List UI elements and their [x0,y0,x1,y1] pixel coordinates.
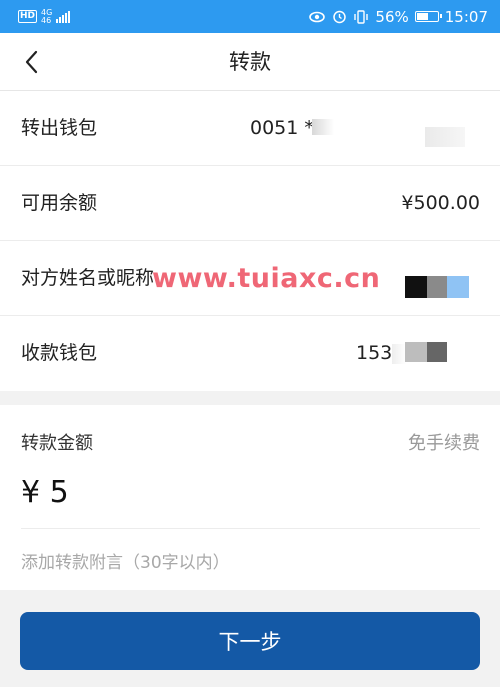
chevron-left-icon [25,50,38,74]
masked-blur [392,344,406,364]
available-balance-value: ¥500.00 [401,192,480,214]
eye-icon [309,10,326,24]
page-title: 转款 [229,50,271,74]
network-sub-label: 46 [41,15,52,25]
fee-label: 免手续费 [408,433,480,454]
battery-icon [414,11,442,22]
nav-bar: 转款 [0,33,500,91]
memo-input[interactable]: 添加转款附言（30字以内） [21,548,230,573]
status-bar: HD 4G 46 56% 15:07 [0,0,500,33]
hd-badge: HD [18,10,38,23]
network-type: 4G 46 [41,8,52,25]
amount-input[interactable]: ¥ 5 [21,475,69,510]
alarm-icon [331,10,347,24]
receiving-wallet-number: 153 [356,342,393,364]
transfer-info-list: 转出钱包 0051 ** 可用余额 ¥500.00 对方姓名或昵称 收款钱包 1… [0,91,500,391]
next-step-button[interactable]: 下一步 [20,612,480,670]
row-source-wallet: 转出钱包 0051 ** [0,91,500,166]
amount-label: 转款金额 [21,433,93,454]
masked-pixel [427,276,447,298]
masked-pixel [405,342,427,362]
masked-pixel [405,276,427,298]
row-available-balance: 可用余额 ¥500.00 [0,166,500,241]
watermark: www.tuiaxc.cn [152,263,381,294]
masked-pixel [427,342,447,362]
masked-blur [312,119,334,135]
row-label-available-balance: 可用余额 [21,192,98,214]
battery-fill [416,13,428,20]
status-right: 56% 15:07 [309,8,488,26]
divider [21,528,480,529]
row-label-recipient-name: 对方姓名或昵称 [21,267,155,289]
row-label-receiving-wallet: 收款钱包 [21,342,98,364]
battery-percent: 56% [375,7,409,26]
vibrate-icon [353,9,369,24]
amount-section: 转款金额 免手续费 ¥ 5 添加转款附言（30字以内） [0,405,500,590]
masked-pixel [447,276,469,298]
status-left: HD 4G 46 [18,8,71,25]
masked-blur [425,127,465,147]
row-receiving-wallet: 收款钱包 153 [0,316,500,391]
clock: 15:07 [444,7,488,26]
back-button[interactable] [16,47,46,77]
signal-icon [56,10,71,23]
row-label-source-wallet: 转出钱包 [21,117,98,139]
